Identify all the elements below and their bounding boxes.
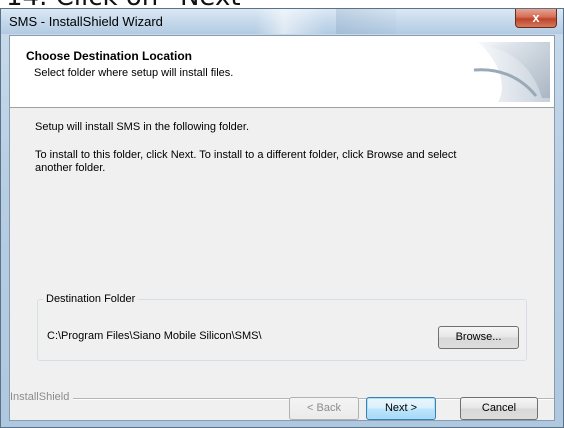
installshield-brand-label: InstallShield [10,391,74,403]
instruction-caption: 14. Click on “Next” [0,0,564,8]
browse-button[interactable]: Browse... [438,326,519,349]
back-button[interactable]: < Back [289,397,359,420]
close-icon: x [532,10,540,25]
destination-path: C:\Program Files\Siano Mobile Silicon\SM… [47,330,262,342]
cancel-button[interactable]: Cancel [460,397,538,420]
wizard-header: Choose Destination Location Select folde… [10,36,554,108]
installer-window: SMS - InstallShield Wizard x Choose Dest… [0,8,564,428]
window-title: SMS - InstallShield Wizard [9,14,163,29]
setup-info-text: Setup will install SMS in the following … [35,121,249,133]
page-subtitle: Select folder where setup will install f… [34,67,234,79]
instruction-text-line2: another folder. [35,162,106,174]
next-button[interactable]: Next > [366,397,436,420]
instruction-text-line1: To install to this folder, click Next. T… [35,149,457,161]
wizard-client-area: Choose Destination Location Select folde… [9,35,555,421]
page-title: Choose Destination Location [26,49,193,63]
title-bar[interactable]: SMS - InstallShield Wizard x [1,9,563,34]
destination-folder-label: Destination Folder [43,293,139,305]
close-button[interactable]: x [515,9,557,28]
installshield-swoosh-graphic [473,42,550,102]
